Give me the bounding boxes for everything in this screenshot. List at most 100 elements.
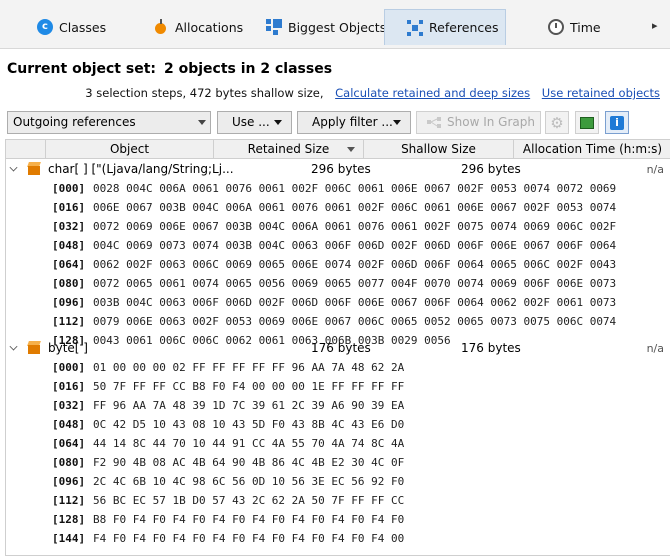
tab-references[interactable]: References — [384, 9, 506, 45]
references-table: Object Retained Size Shallow Size Alloca… — [5, 139, 670, 556]
array-element-row[interactable]: [064] 44 14 8C 44 70 10 44 91 CC 4A 55 70… — [6, 434, 670, 453]
array-values: 003B 004C 0063 006F 006D 002F 006D 006F … — [93, 296, 617, 309]
tab-biggest-objects[interactable]: Biggest Objects — [266, 9, 386, 45]
array-index: [048] — [52, 239, 86, 252]
allocation-time: n/a — [646, 342, 664, 355]
view-tab-bar: c Classes Allocations Biggest Objects Re… — [0, 0, 670, 49]
array-index: [064] — [52, 258, 86, 271]
array-values: B8 F0 F4 F0 F4 F0 F4 F0 F4 F0 F4 F0 F4 F… — [93, 513, 405, 526]
column-header-shallow-size[interactable]: Shallow Size — [364, 140, 514, 158]
array-index: [016] — [52, 380, 86, 393]
array-element-row[interactable]: [096] 003B 004C 0063 006F 006D 002F 006D … — [6, 293, 670, 312]
array-index: [096] — [52, 475, 86, 488]
retained-size: 296 bytes — [311, 162, 371, 176]
array-index: [112] — [52, 315, 86, 328]
info-button[interactable]: i — [605, 111, 629, 134]
reference-mode-select[interactable]: Outgoing references — [7, 111, 211, 134]
array-index: [128] — [52, 513, 86, 526]
tab-allocations[interactable]: Allocations — [153, 9, 243, 45]
biggest-objects-icon — [266, 19, 282, 35]
array-values: 50 7F FF FF CC B8 F0 F4 00 00 00 1E FF F… — [93, 380, 405, 393]
array-index: [048] — [52, 418, 86, 431]
array-values: 004C 0069 0073 0074 003B 004C 0063 006F … — [93, 239, 617, 252]
table-row[interactable]: char[ ] ["(Ljava/lang/String;Lj... 296 b… — [6, 160, 670, 179]
array-element-row[interactable]: [080] 0072 0065 0061 0074 0065 0056 0069 … — [6, 274, 670, 293]
array-element-row[interactable]: [096] 2C 4C 6B 10 4C 98 6C 56 0D 10 56 3E… — [6, 472, 670, 491]
show-in-graph-label: Show In Graph — [447, 115, 535, 129]
selection-steps-text: 3 selection steps, 472 bytes shallow siz… — [85, 86, 324, 100]
array-element-row[interactable]: [016] 006E 0067 003B 004C 006A 0061 0076 … — [6, 198, 670, 217]
calculate-sizes-link[interactable]: Calculate retained and deep sizes — [335, 86, 530, 100]
expand-chevron-icon[interactable] — [9, 342, 18, 351]
column-label: Retained Size — [247, 142, 330, 156]
array-values: F2 90 4B 08 AC 4B 64 90 4B 86 4C 4B E2 3… — [93, 456, 405, 469]
array-values: 0072 0069 006E 0067 003B 004C 006A 0061 … — [93, 220, 617, 233]
array-index: [096] — [52, 296, 86, 309]
array-element-row[interactable]: [016] 50 7F FF FF CC B8 F0 F4 00 00 00 1E… — [6, 377, 670, 396]
array-element-row[interactable]: [080] F2 90 4B 08 AC 4B 64 90 4B 86 4C 4B… — [6, 453, 670, 472]
apply-filter-button[interactable]: Apply filter ... — [297, 111, 411, 134]
array-values: 006E 0067 003B 004C 006A 0061 0076 0061 … — [93, 201, 617, 214]
array-values: 56 BC EC 57 1B D0 57 43 2C 62 2A 50 7F F… — [93, 494, 405, 507]
array-index: [112] — [52, 494, 86, 507]
array-values: 2C 4C 6B 10 4C 98 6C 56 0D 10 56 3E EC 5… — [93, 475, 405, 488]
array-element-row[interactable]: [144] F4 F0 F4 F0 F4 F0 F4 F0 F4 F0 F4 F0… — [6, 529, 670, 548]
array-index: [000] — [52, 361, 86, 374]
column-header-retained-size[interactable]: Retained Size — [214, 140, 364, 158]
clock-icon — [548, 19, 564, 35]
current-object-set-title: Current object set: 2 objects in 2 classe… — [7, 61, 332, 77]
array-element-row[interactable]: [000] 01 00 00 00 02 FF FF FF FF FF 96 AA… — [6, 358, 670, 377]
chevron-down-icon — [393, 120, 401, 125]
use-button[interactable]: Use ... — [217, 111, 292, 134]
class-instance-icon — [27, 162, 41, 176]
column-header-allocation-time[interactable]: Allocation Time (h:m:s) — [514, 140, 670, 158]
table-row[interactable]: byte[ ] 176 bytes 176 bytes n/a — [6, 339, 670, 358]
shallow-size: 296 bytes — [461, 162, 521, 176]
array-element-row[interactable]: [000] 0028 004C 006A 0061 0076 0061 002F … — [6, 179, 670, 198]
array-index: [000] — [52, 182, 86, 195]
array-values: F4 F0 F4 F0 F4 F0 F4 F0 F4 F0 F4 F0 F4 F… — [93, 532, 405, 545]
class-instance-icon — [27, 341, 41, 355]
expand-chevron-icon[interactable] — [9, 163, 18, 172]
header-spacer — [6, 140, 46, 158]
array-element-row[interactable]: [048] 0C 42 D5 10 43 08 10 43 5D F0 43 8B… — [6, 415, 670, 434]
array-element-row[interactable]: [048] 004C 0069 0073 0074 003B 004C 0063 … — [6, 236, 670, 255]
apply-filter-label: Apply filter ... — [312, 115, 393, 129]
tab-label: Allocations — [175, 19, 244, 35]
tab-overflow-chevron-icon[interactable]: ▸ — [652, 19, 658, 32]
chevron-down-icon — [274, 120, 282, 125]
info-icon: i — [610, 115, 624, 130]
sort-descending-icon — [347, 147, 355, 152]
settings-button[interactable]: ⚙ — [545, 111, 569, 134]
array-index: [032] — [52, 220, 86, 233]
array-index: [080] — [52, 456, 86, 469]
object-name: byte[ ] — [48, 341, 88, 355]
object-name: char[ ] ["(Ljava/lang/String;Lj... — [48, 162, 234, 176]
array-index: [080] — [52, 277, 86, 290]
array-element-row[interactable]: [112] 0079 006E 0063 002F 0053 0069 006E … — [6, 312, 670, 331]
graph-icon — [427, 117, 441, 128]
array-element-row[interactable]: [064] 0062 002F 0063 006C 0069 0065 006E … — [6, 255, 670, 274]
tab-label: References — [429, 20, 499, 35]
array-element-row[interactable]: [032] 0072 0069 006E 0067 003B 004C 006A … — [6, 217, 670, 236]
classes-icon: c — [37, 19, 53, 35]
array-element-row[interactable]: [128] B8 F0 F4 F0 F4 F0 F4 F0 F4 F0 F4 F0… — [6, 510, 670, 529]
array-element-row[interactable]: [032] FF 96 AA 7A 48 39 1D 7C 39 61 2C 39… — [6, 396, 670, 415]
tab-classes[interactable]: c Classes — [37, 9, 106, 45]
use-button-label: Use ... — [232, 115, 270, 129]
title-value: 2 objects in 2 classes — [164, 61, 333, 77]
references-icon — [407, 19, 423, 36]
chevron-down-icon — [198, 120, 206, 125]
array-element-row[interactable]: [112] 56 BC EC 57 1B D0 57 43 2C 62 2A 50… — [6, 491, 670, 510]
export-image-button[interactable] — [575, 111, 599, 134]
array-values: 0079 006E 0063 002F 0053 0069 006E 0067 … — [93, 315, 617, 328]
array-index: [144] — [52, 532, 86, 545]
show-in-graph-button[interactable]: Show In Graph — [416, 111, 541, 134]
selection-steps-line: 3 selection steps, 472 bytes shallow siz… — [85, 86, 660, 100]
column-header-object[interactable]: Object — [46, 140, 214, 158]
tab-time[interactable]: Time — [548, 9, 601, 45]
array-index: [032] — [52, 399, 86, 412]
use-retained-objects-link[interactable]: Use retained objects — [542, 86, 660, 100]
reference-mode-value: Outgoing references — [13, 115, 136, 129]
array-values: 0C 42 D5 10 43 08 10 43 5D F0 43 8B 4C 4… — [93, 418, 405, 431]
